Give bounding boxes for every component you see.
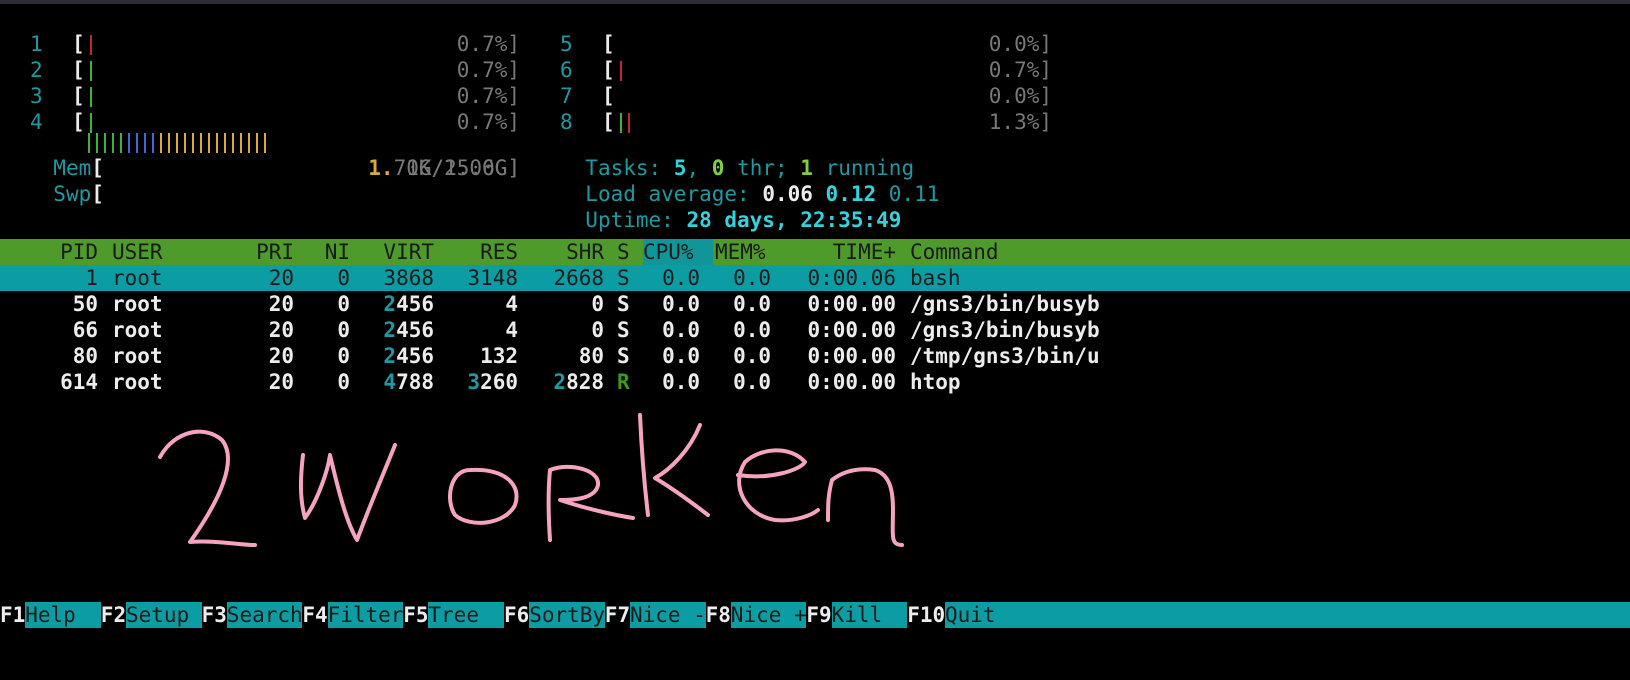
fkey-label-f6[interactable]: SortBy: [529, 602, 605, 628]
function-key-bar: F1 Help F2 Setup F3 Search F4 Filter F5 Tree F6…: [0, 602, 1630, 628]
fkey-label-f3[interactable]: Search: [226, 602, 303, 628]
handwritten-annotation: [158, 413, 904, 547]
fkey-f3[interactable]: F3: [202, 602, 227, 628]
fkey-f8[interactable]: F8: [706, 602, 731, 628]
fkey-f4[interactable]: F4: [302, 602, 327, 628]
fkey-f1[interactable]: F1: [0, 602, 25, 628]
fkey-label-f10[interactable]: Quit: [945, 602, 1630, 628]
fkey-f5[interactable]: F5: [403, 602, 428, 628]
fkey-label-f4[interactable]: Filter: [327, 602, 403, 628]
fkey-f2[interactable]: F2: [101, 602, 126, 628]
fkey-label-f9[interactable]: Kill: [831, 602, 908, 628]
fkey-label-f7[interactable]: Nice -: [630, 602, 706, 628]
fkey-f9[interactable]: F9: [806, 602, 831, 628]
fkey-label-f5[interactable]: Tree: [428, 602, 504, 628]
fkey-label-f2[interactable]: Setup: [126, 602, 202, 628]
fkey-f7[interactable]: F7: [605, 602, 630, 628]
fkey-label-f1[interactable]: Help: [25, 602, 101, 628]
fkey-f6[interactable]: F6: [504, 602, 529, 628]
fkey-label-f8[interactable]: Nice +: [730, 602, 807, 628]
fkey-f10[interactable]: F10: [907, 602, 945, 628]
